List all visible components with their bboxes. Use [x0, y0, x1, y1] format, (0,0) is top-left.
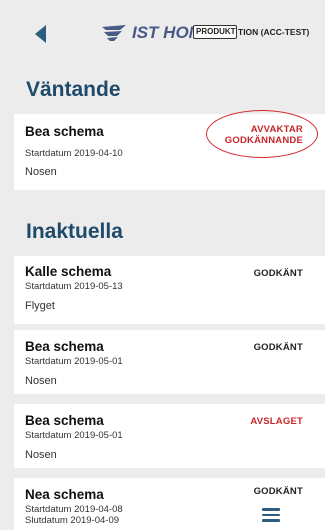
back-arrow-icon[interactable] — [33, 24, 49, 44]
app-header: IST HOME PRODUKTION TION (ACC-TEST) — [0, 0, 325, 68]
card-location: Nosen — [25, 166, 57, 178]
environment-text: TION (ACC-TEST) — [238, 27, 310, 37]
card-title: Kalle schema — [25, 264, 112, 279]
card-location: Nosen — [25, 449, 57, 461]
card-location: Nosen — [25, 375, 57, 387]
card-start-date: Startdatum 2019-05-01 — [25, 430, 123, 441]
card-title: Bea schema — [25, 413, 104, 428]
card-start-date: Startdatum 2019-04-10 — [25, 148, 123, 159]
status-badge: GODKÄNT — [253, 268, 303, 279]
ist-wing-logo-icon — [102, 25, 126, 41]
card-start-date: Startdatum 2019-05-01 — [25, 356, 123, 367]
card-start-date: Startdatum 2019-05-13 — [25, 281, 123, 292]
schedule-card[interactable]: Bea schema Startdatum 2019-05-01 Nosen A… — [14, 404, 325, 468]
card-location: Flyget — [25, 300, 55, 312]
card-end-date: Slutdatum 2019-04-09 — [25, 515, 120, 526]
status-badge: AVSLAGET — [250, 416, 303, 427]
card-title: Bea schema — [25, 339, 104, 354]
environment-box: PRODUKTION — [193, 25, 237, 39]
hamburger-menu-icon[interactable] — [262, 508, 280, 522]
schedule-card[interactable]: Kalle schema Startdatum 2019-05-13 Flyge… — [14, 256, 325, 324]
card-start-date: Startdatum 2019-04-08 — [25, 504, 123, 515]
status-badge: GODKÄNT — [253, 342, 303, 353]
environment-badge: PRODUKTION TION (ACC-TEST) — [193, 25, 309, 39]
card-title: Nea schema — [25, 487, 104, 502]
highlight-circle — [206, 110, 318, 158]
section-title-pending: Väntande — [26, 78, 121, 101]
schedule-card[interactable]: Bea schema Startdatum 2019-05-01 Nosen G… — [14, 330, 325, 394]
schedule-card[interactable]: Nea schema Startdatum 2019-04-08 Slutdat… — [14, 478, 325, 530]
section-title-inactive: Inaktuella — [26, 220, 123, 243]
status-badge: GODKÄNT — [253, 486, 303, 497]
card-title: Bea schema — [25, 124, 104, 139]
